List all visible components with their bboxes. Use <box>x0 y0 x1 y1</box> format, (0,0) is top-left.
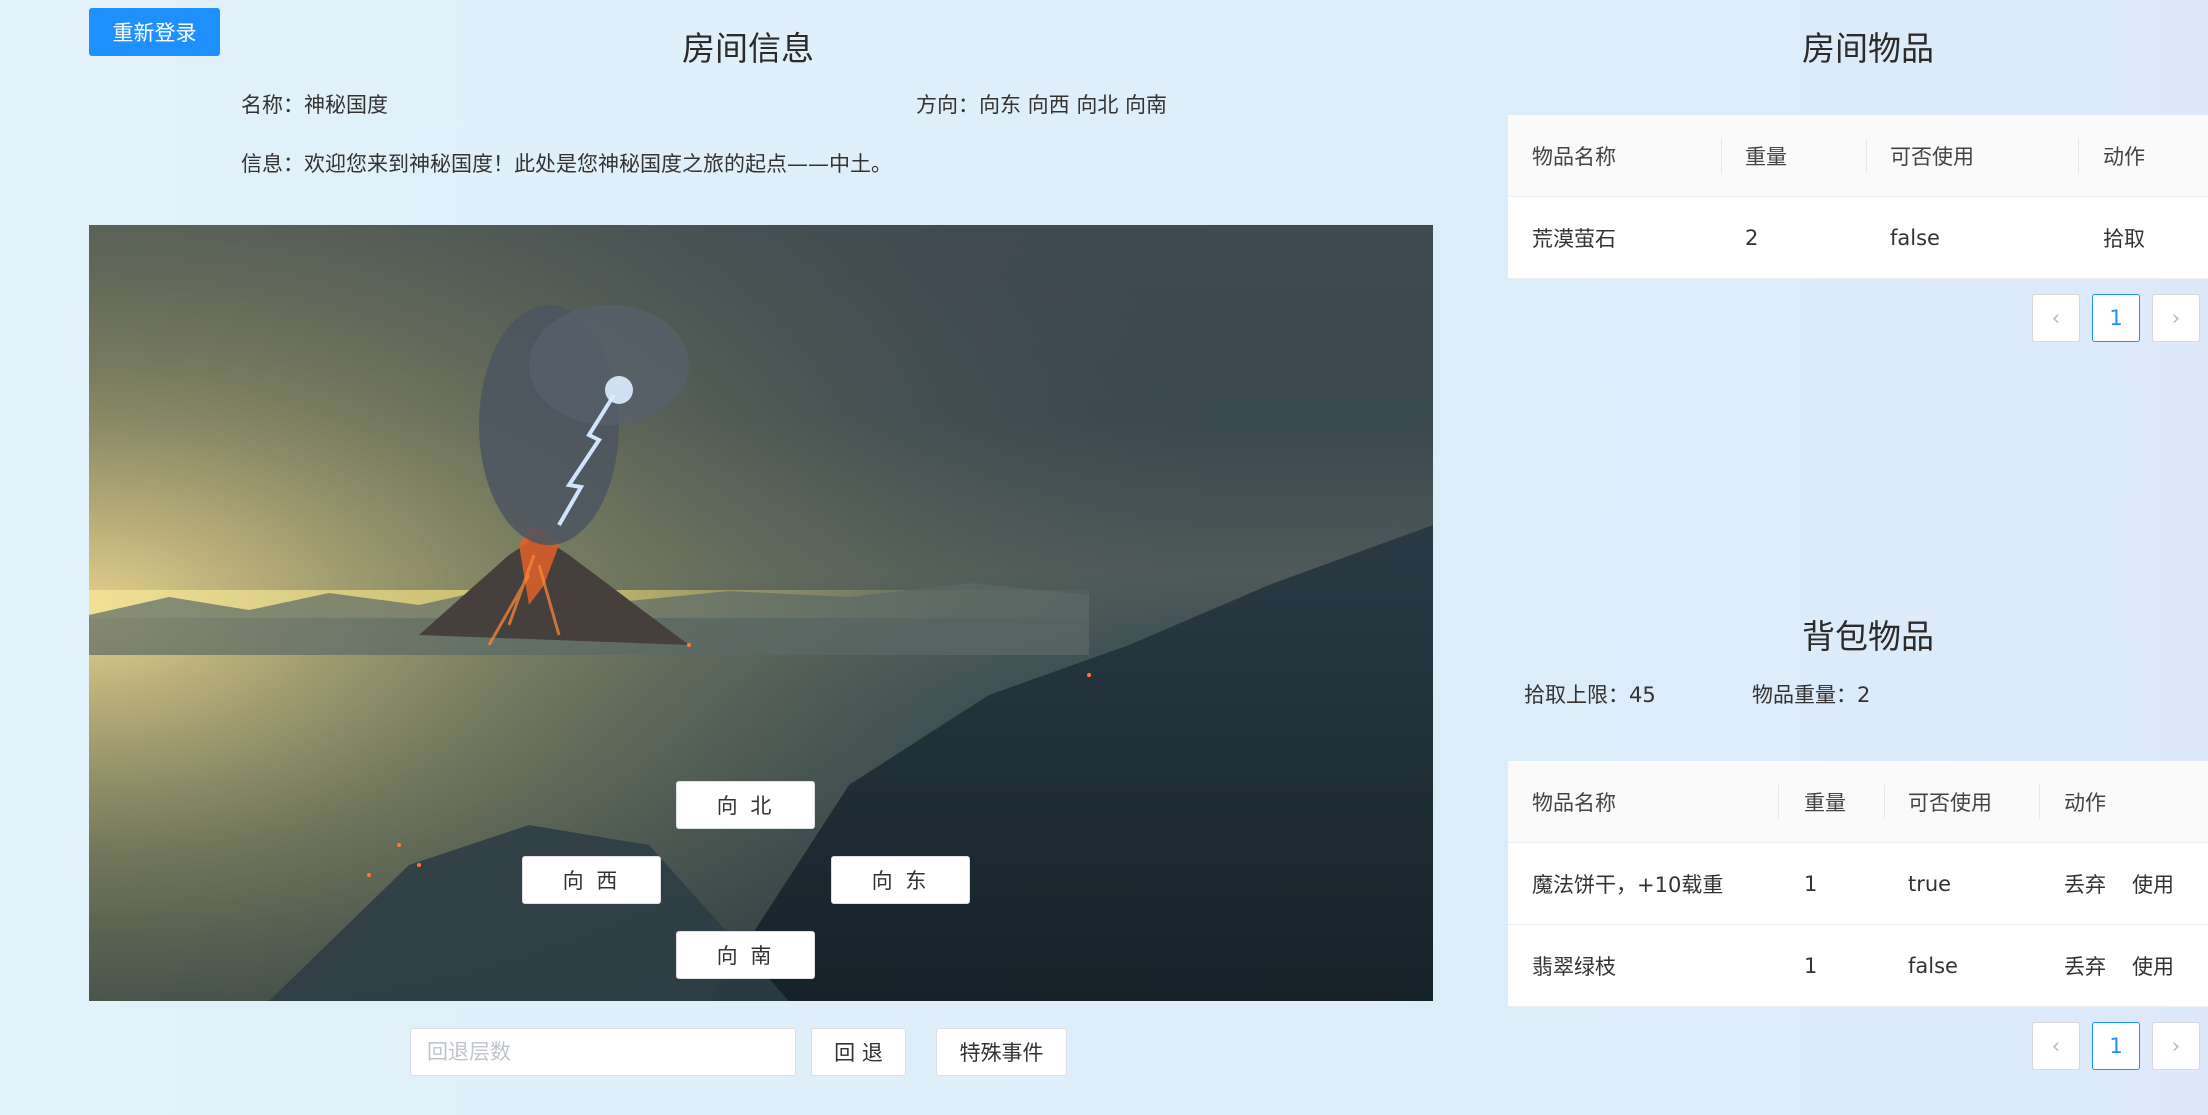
item-usable: false <box>1908 954 1958 978</box>
scene-image: 向 北 向 西 向 东 向 南 <box>89 225 1433 1001</box>
table-row: 翡翠绿枝 1 false 丢弃 使用 <box>1508 925 2208 1007</box>
column-header: 可否使用 <box>1890 145 1974 169</box>
item-name: 魔法饼干，+10载重 <box>1532 873 1724 897</box>
use-link[interactable]: 使用 <box>2132 843 2174 925</box>
item-usable: true <box>1908 872 1952 896</box>
next-page-icon[interactable]: › <box>2152 1022 2200 1070</box>
move-south-button[interactable]: 向 南 <box>676 931 815 979</box>
use-link[interactable]: 使用 <box>2132 925 2174 1007</box>
room-items-table: 物品名称 重量 可否使用 动作 荒漠萤石 2 false 拾取 <box>1508 115 2208 279</box>
backpack-title: 背包物品 <box>1802 617 1934 656</box>
room-info-title: 房间信息 <box>682 29 814 68</box>
column-header: 动作 <box>2064 791 2106 815</box>
column-header: 动作 <box>2103 145 2145 169</box>
page-number-button[interactable]: 1 <box>2092 1022 2140 1070</box>
special-event-button[interactable]: 特殊事件 <box>936 1028 1067 1076</box>
room-items-title: 房间物品 <box>1802 29 1934 68</box>
column-header: 可否使用 <box>1908 791 1992 815</box>
relogin-button[interactable]: 重新登录 <box>89 8 220 56</box>
drop-link[interactable]: 丢弃 <box>2064 843 2106 925</box>
column-header: 物品名称 <box>1532 145 1616 169</box>
next-page-icon[interactable]: › <box>2152 294 2200 342</box>
move-west-button[interactable]: 向 西 <box>522 856 661 904</box>
item-name: 翡翠绿枝 <box>1532 955 1616 979</box>
table-header: 物品名称 重量 可否使用 动作 <box>1508 761 2208 843</box>
volcano-illustration <box>89 225 1433 1001</box>
backpack-table: 物品名称 重量 可否使用 动作 魔法饼干，+10载重 1 true 丢弃 使用 … <box>1508 761 2208 1007</box>
room-directions: 方向：向东 向西 向北 向南 <box>916 93 1168 117</box>
move-east-button[interactable]: 向 东 <box>831 856 970 904</box>
table-row: 荒漠萤石 2 false 拾取 <box>1508 197 2208 279</box>
room-message: 信息：欢迎您来到神秘国度！此处是您神秘国度之旅的起点——中土。 <box>241 152 892 176</box>
room-name: 名称：神秘国度 <box>241 93 388 117</box>
column-header: 重量 <box>1745 145 1787 169</box>
back-steps-input[interactable] <box>410 1028 796 1076</box>
table-header: 物品名称 重量 可否使用 动作 <box>1508 115 2208 197</box>
pickup-limit: 拾取上限：45 <box>1524 683 1656 707</box>
pick-up-link[interactable]: 拾取 <box>2103 197 2145 279</box>
item-weight: 2 <box>1745 226 1759 250</box>
carried-weight: 物品重量：2 <box>1752 683 1871 707</box>
move-north-button[interactable]: 向 北 <box>676 781 815 829</box>
drop-link[interactable]: 丢弃 <box>2064 925 2106 1007</box>
item-weight: 1 <box>1804 872 1818 896</box>
page-number-button[interactable]: 1 <box>2092 294 2140 342</box>
column-header: 物品名称 <box>1532 791 1616 815</box>
column-header: 重量 <box>1804 791 1846 815</box>
prev-page-icon[interactable]: ‹ <box>2032 294 2080 342</box>
item-name: 荒漠萤石 <box>1532 227 1616 251</box>
item-usable: false <box>1890 226 1940 250</box>
table-row: 魔法饼干，+10载重 1 true 丢弃 使用 <box>1508 843 2208 925</box>
back-button[interactable]: 回 退 <box>811 1028 906 1076</box>
item-weight: 1 <box>1804 954 1818 978</box>
prev-page-icon[interactable]: ‹ <box>2032 1022 2080 1070</box>
